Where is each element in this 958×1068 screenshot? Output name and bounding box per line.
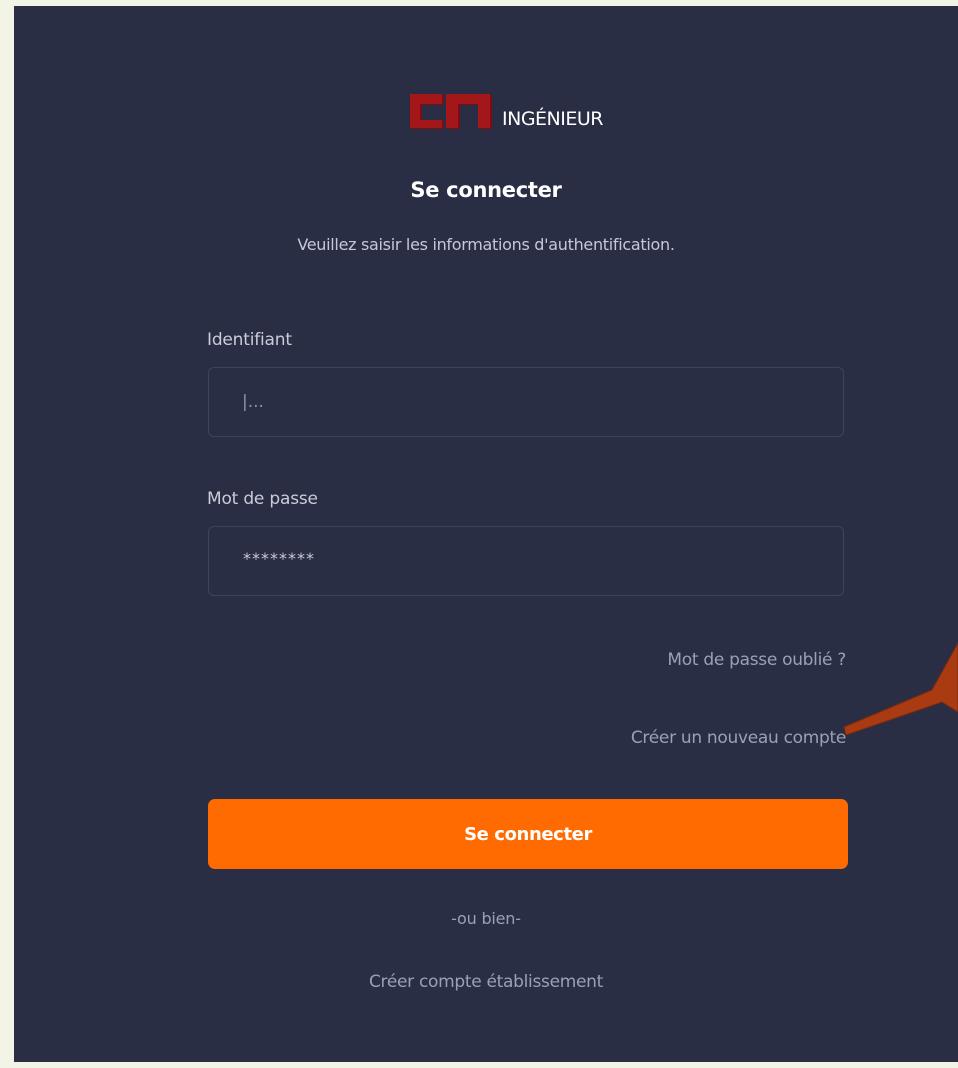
forgot-password-link[interactable]: Mot de passe oublié ? [667, 650, 846, 670]
password-field[interactable]: ******** [208, 526, 844, 596]
username-field-box [208, 367, 844, 437]
or-divider: -ou bien- [451, 909, 521, 928]
brand-logo-text: INGÉNIEUR [502, 108, 603, 130]
brand-logo: INGÉNIEUR [402, 90, 603, 130]
login-button[interactable]: Se connecter [208, 799, 848, 869]
brand-logo-mark-icon [410, 94, 492, 129]
page-subtitle: Veuillez saisir les informations d'authe… [297, 235, 675, 254]
create-account-link[interactable]: Créer un nouveau compte [631, 728, 846, 748]
password-label: Mot de passe [207, 489, 318, 509]
login-button-label: Se connecter [464, 823, 592, 845]
username-input[interactable] [209, 368, 843, 436]
login-panel: INGÉNIEUR Se connecter Veuillez saisir l… [14, 6, 958, 1062]
password-value: ******** [243, 549, 315, 568]
create-establishment-link[interactable]: Créer compte établissement [14, 972, 958, 992]
page-title: Se connecter [410, 178, 562, 202]
username-label: Identifiant [207, 330, 292, 350]
